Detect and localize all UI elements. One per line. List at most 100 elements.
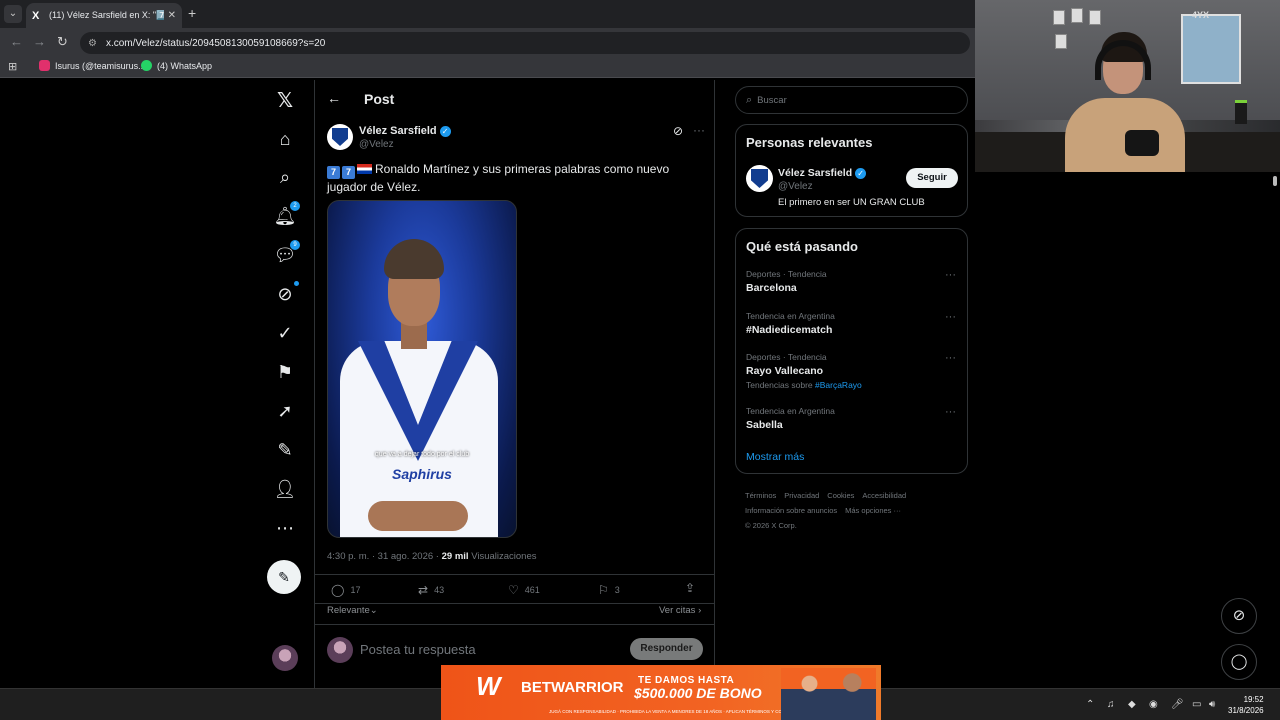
new-tab-button[interactable]: + — [188, 5, 196, 21]
trend-item[interactable]: Tendencia en Argentina #Nadiedicematch ·… — [746, 311, 956, 336]
verified-icon: ✓ — [855, 167, 867, 179]
url-text: x.com/Velez/status/2094508130059108669?s… — [105, 37, 326, 49]
sort-replies-dropdown[interactable]: Relevante⌄ — [327, 605, 378, 616]
compose-post-button[interactable]: ✎ — [267, 560, 301, 594]
tray-overflow-icon[interactable]: ⌃ — [1086, 699, 1094, 710]
trend-more-icon[interactable]: ··· — [945, 406, 956, 418]
post-more-icon[interactable]: ··· — [693, 123, 705, 137]
footer-privacy[interactable]: Privacidad — [784, 491, 819, 500]
mic-tray-icon[interactable]: 🎤︎ — [1171, 699, 1184, 710]
scroll-thumb[interactable] — [1273, 176, 1277, 186]
trend-more-icon[interactable]: ··· — [945, 352, 956, 364]
trend-more-icon[interactable]: ··· — [945, 269, 956, 281]
messages-fab-icon[interactable]: ◯ — [1221, 644, 1257, 680]
cam-tag: 4YX — [1192, 10, 1210, 20]
bookmark-isurus[interactable]: Isurus (@teamisurus... — [39, 60, 146, 71]
grok-fab-icon[interactable]: ⊘ — [1221, 598, 1257, 634]
more-options-icon[interactable]: ⋯ — [272, 515, 298, 541]
bookmarks-icon[interactable]: ⚑ — [272, 359, 298, 385]
grok-explain-icon[interactable]: ⊘ — [673, 124, 683, 138]
view-quotes-link[interactable]: Ver citas › — [659, 605, 701, 616]
reply-button[interactable]: Responder — [630, 638, 703, 660]
footer-cookies[interactable]: Cookies — [827, 491, 854, 500]
forward-icon[interactable]: → — [33, 34, 46, 49]
apps-grid-icon[interactable]: ⊞ — [8, 60, 17, 73]
footer-more[interactable]: Más opciones ··· — [845, 506, 901, 515]
reply-avatar — [327, 637, 353, 663]
relevant-name[interactable]: Vélez Sarsfield ✓ — [778, 167, 867, 179]
messages-badge: 9 — [290, 240, 300, 250]
bookmark-action[interactable]: ⚐ 3 — [598, 583, 620, 597]
footer-accessibility[interactable]: Accesibilidad — [862, 491, 906, 500]
trend-more-icon[interactable]: ··· — [945, 311, 956, 323]
search-placeholder: Buscar — [757, 94, 787, 106]
tab-title: (11) Vélez Sarsfield en X: "7️⃣🔊 — [49, 10, 164, 20]
sidebar-footer: Términos Privacidad Cookies Accesibilidad I… — [745, 488, 970, 533]
betwarrior-ad-banner: W BETWARRIOR TE DAMOS HASTA $500.000 DE … — [441, 665, 881, 720]
messages-icon[interactable]: 💬︎ 9 — [272, 240, 300, 268]
show-more-link[interactable]: Mostrar más — [746, 451, 804, 463]
bookmark-count: 3 — [614, 585, 620, 595]
browser-tab[interactable]: X (11) Vélez Sarsfield en X: "7️⃣🔊 ✕ — [26, 3, 182, 28]
profile-icon[interactable]: 👤︎ — [272, 476, 298, 502]
author-handle[interactable]: @Velez — [359, 139, 394, 150]
ad-fine-print: JUGÁ CON RESPONSABILIDAD · PROHIBIDA LA … — [549, 709, 807, 714]
grok-icon[interactable]: ⊘ — [272, 281, 299, 307]
velez-shield-icon — [332, 128, 348, 146]
bookmark-whatsapp[interactable]: (4) WhatsApp — [141, 60, 212, 71]
like-action[interactable]: ♡ 461 — [508, 583, 540, 597]
trend-item[interactable]: Deportes · Tendencia Rayo Vallecano Tend… — [746, 352, 956, 390]
trend-item[interactable]: Tendencia en Argentina Sabella ··· — [746, 406, 956, 431]
ad-promo-line2: $500.000 DE BONO — [634, 685, 762, 701]
footer-ads[interactable]: Información sobre anuncios — [745, 506, 837, 515]
rocket-icon[interactable]: ➚ — [272, 398, 298, 424]
reload-icon[interactable]: ↻ — [57, 34, 68, 50]
author-name[interactable]: Vélez Sarsfield ✓ — [359, 125, 451, 137]
back-arrow-icon[interactable]: ← — [327, 90, 341, 106]
articles-icon[interactable]: ✎ — [272, 437, 298, 463]
trend-related-link[interactable]: #BarçaRayo — [815, 380, 862, 390]
repost-action[interactable]: ⇄ 43 — [418, 583, 444, 597]
home-icon[interactable]: ⌂ — [272, 126, 298, 152]
scrollbar[interactable] — [1271, 172, 1280, 688]
trend-related: Tendencias sobre #BarçaRayo — [746, 380, 956, 390]
notifications-icon[interactable]: 🔔︎ 2 — [272, 201, 300, 229]
headset-tray-icon[interactable]: ♫ — [1107, 699, 1115, 710]
follow-button[interactable]: Seguir — [906, 168, 958, 188]
site-info-icon[interactable]: ⚙ — [88, 38, 97, 49]
footer-terms[interactable]: Términos — [745, 491, 776, 500]
verified-orgs-icon[interactable]: ✓ — [272, 320, 298, 346]
tab-search-dropdown[interactable]: ⌄ — [4, 5, 22, 23]
volume-icon[interactable]: 🔊︎ — [1209, 699, 1215, 710]
search-icon: ⌕ — [746, 93, 753, 106]
views-count: 29 mil — [441, 551, 469, 562]
back-icon[interactable]: ← — [10, 34, 23, 49]
relevant-avatar[interactable] — [746, 165, 773, 192]
system-clock[interactable]: 19:52 31/8/2026 — [1228, 694, 1264, 716]
x-logo-icon[interactable]: 𝕏 — [272, 88, 298, 114]
x-page: 𝕏 ⌂ ⌕ 🔔︎ 2 💬︎ 9 ⊘ ✓ ⚑ ➚ ✎ 👤︎ ⋯ ✎ ← Post … — [0, 80, 975, 688]
trend-item[interactable]: Deportes · Tendencia Barcelona ··· — [746, 269, 956, 294]
account-avatar[interactable] — [272, 645, 298, 671]
post-time[interactable]: 4:30 p. m. · 31 ago. 2026 · — [327, 551, 442, 562]
close-tab-icon[interactable]: ✕ — [168, 10, 176, 21]
search-input[interactable]: ⌕ Buscar — [735, 86, 968, 114]
sort-label: Relevante — [327, 605, 370, 616]
search-icon[interactable]: ⌕ — [272, 164, 298, 190]
app-tray-icon[interactable]: ◆ — [1128, 699, 1136, 710]
post-video[interactable]: que va a dejar todo por el club Saphirus — [327, 200, 517, 538]
relevant-people-card: Personas relevantes Vélez Sarsfield ✓ @Ve… — [735, 124, 968, 217]
ad-brand: BETWARRIOR — [521, 679, 624, 696]
player-hair — [384, 239, 444, 279]
x-favicon-icon: X — [32, 9, 40, 22]
share-icon[interactable]: ⇪ — [685, 581, 695, 595]
post-text: 7 7 Ronaldo Martínez y sus primeras palabr… — [327, 161, 707, 195]
network-icon[interactable]: ▭ — [1192, 699, 1201, 710]
relevant-handle[interactable]: @Velez — [778, 181, 813, 192]
reply-count: 17 — [350, 585, 361, 595]
reply-action[interactable]: ◯ 17 — [331, 583, 360, 597]
reply-input[interactable]: Postea tu respuesta — [360, 642, 476, 657]
steam-tray-icon[interactable]: ◉ — [1149, 699, 1158, 710]
url-input[interactable]: ⚙ x.com/Velez/status/2094508130059108669… — [80, 32, 970, 54]
author-avatar[interactable] — [327, 124, 353, 150]
